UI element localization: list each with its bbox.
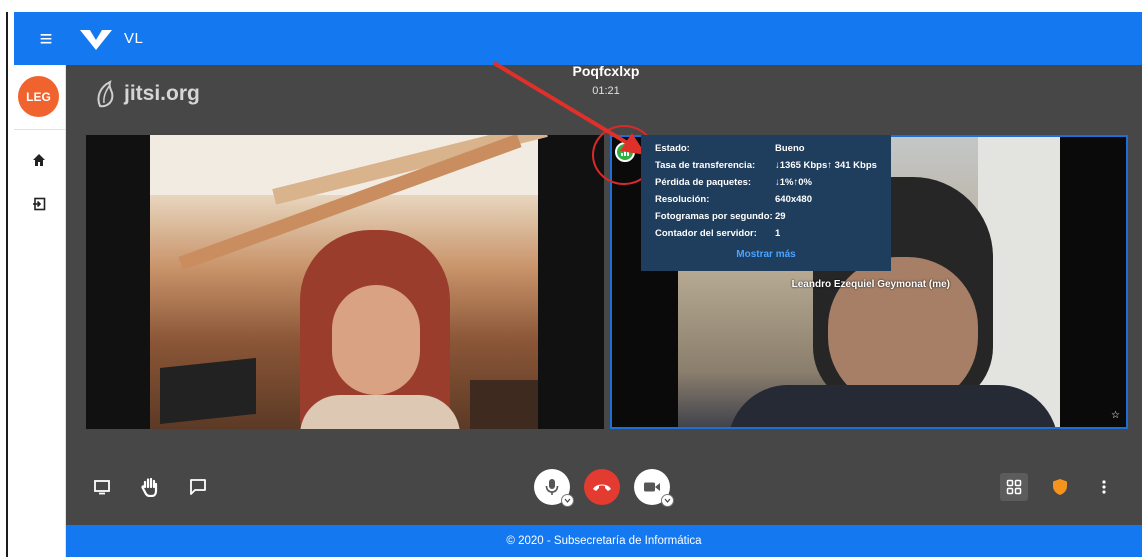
raise-hand-icon[interactable] (138, 475, 162, 499)
stat-value: Bueno (775, 143, 805, 154)
background-shelf (470, 380, 538, 429)
stat-label: Contador del servidor: (655, 228, 757, 239)
window-border (6, 12, 8, 557)
jitsi-logo-icon (97, 80, 114, 108)
participant-body (300, 395, 460, 429)
security-shield-icon[interactable] (1048, 475, 1072, 499)
sidebar-divider (14, 129, 66, 130)
stat-label: Fotogramas por segundo: (655, 211, 773, 222)
stat-label: Tasa de transferencia: (655, 160, 756, 171)
user-avatar[interactable]: LEG (18, 76, 59, 117)
app-frame: ≡ VL LEG jitsi.org Poqfcxlxp 01:21 Leand… (0, 0, 1142, 557)
microphone-button[interactable] (534, 469, 574, 507)
app-title: VL (124, 30, 144, 47)
home-icon[interactable] (28, 149, 50, 171)
stat-row: Pérdida de paquetes: ↓1%↑0% (655, 177, 885, 188)
toolbar-left-group (90, 475, 210, 499)
toolbar-center-group (534, 469, 674, 507)
toolbar-right-group (1000, 473, 1116, 501)
stat-label: Resolución: (655, 194, 710, 205)
tile-view-button[interactable] (1000, 473, 1028, 501)
participant-face (332, 285, 420, 395)
chevron-down-icon[interactable] (561, 494, 574, 507)
participant-name-tag: Leandro Ezequiel Geymonat (me) (791, 279, 950, 290)
stat-row: Fotogramas por segundo: 29 (655, 211, 885, 222)
stat-value: 640x480 (775, 194, 812, 205)
stat-row: Resolución: 640x480 (655, 194, 885, 205)
star-icon: ☆ (1111, 410, 1120, 421)
hangup-icon (593, 484, 611, 491)
stat-row: Contador del servidor: 1 (655, 228, 885, 239)
hangup-button[interactable] (584, 469, 620, 505)
camera-icon (644, 482, 660, 492)
stat-row: Estado: Bueno (655, 143, 885, 154)
more-options-icon[interactable] (1092, 475, 1116, 499)
meeting-area: jitsi.org Poqfcxlxp 01:21 Leandro Ezequi… (66, 61, 1142, 525)
tile-view-icon (1006, 479, 1022, 495)
sidebar: LEG (14, 65, 66, 557)
app-logo-icon[interactable] (76, 24, 116, 54)
camera-button[interactable] (634, 469, 674, 507)
chat-icon[interactable] (186, 475, 210, 499)
stat-value: 29 (775, 211, 786, 222)
stat-label: Estado: (655, 143, 690, 154)
chevron-down-icon[interactable] (661, 494, 674, 507)
stat-label: Pérdida de paquetes: (655, 177, 752, 188)
microphone-icon (545, 479, 559, 495)
connection-stats-popover: Estado: Bueno Tasa de transferencia: ↓13… (641, 135, 891, 271)
show-more-link[interactable]: Mostrar más (641, 249, 891, 260)
stat-value: ↓1365 Kbps↑ 341 Kbps (775, 160, 877, 171)
footer: © 2020 - Subsecretaría de Informática (66, 525, 1142, 557)
stat-value: 1 (775, 228, 781, 239)
jitsi-watermark: jitsi.org (94, 79, 200, 109)
participant-video (150, 135, 548, 429)
screen-share-icon[interactable] (90, 475, 114, 499)
stat-row: Tasa de transferencia: ↓1365 Kbps↑ 341 K… (655, 160, 885, 171)
footer-copyright: © 2020 - Subsecretaría de Informática (506, 535, 702, 547)
local-participant-body (728, 385, 1058, 427)
video-tile-participant[interactable] (86, 135, 604, 429)
background-tv (160, 357, 256, 425)
logout-icon[interactable] (28, 193, 50, 215)
jitsi-brand-text: jitsi.org (124, 82, 200, 105)
stat-value: ↓1%↑0% (775, 177, 812, 188)
hamburger-menu-icon[interactable]: ≡ (28, 12, 64, 65)
